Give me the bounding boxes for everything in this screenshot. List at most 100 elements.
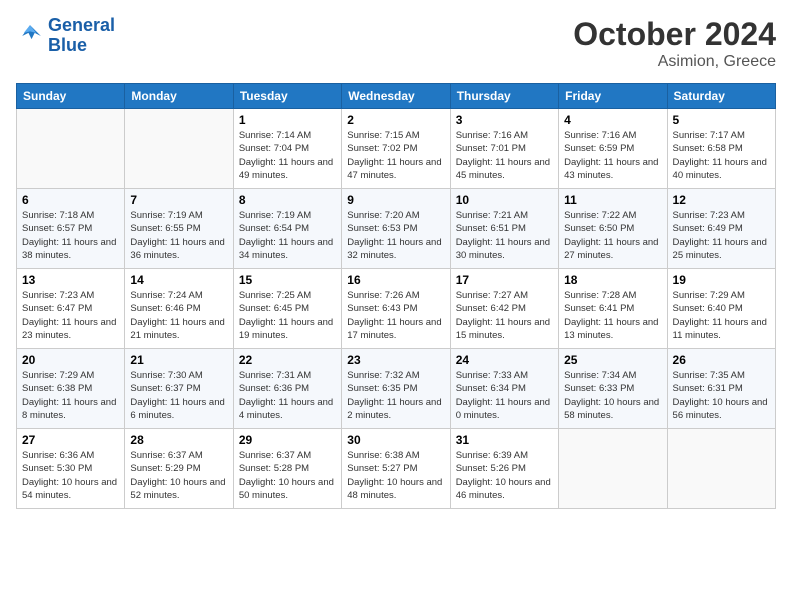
day-info: Sunrise: 7:34 AM Sunset: 6:33 PM Dayligh… <box>564 369 661 422</box>
calendar-cell: 1Sunrise: 7:14 AM Sunset: 7:04 PM Daylig… <box>233 109 341 189</box>
day-number: 17 <box>456 273 553 287</box>
weekday-header-thursday: Thursday <box>450 84 558 109</box>
calendar-cell: 14 Sunrise: 7:24 AM Sunset: 6:46 PM Dayli… <box>125 269 233 349</box>
day-info: Sunrise: 7:22 AM Sunset: 6:50 PM Dayligh… <box>564 209 661 262</box>
day-info: Sunrise: 7:31 AM Sunset: 6:36 PM Dayligh… <box>239 369 336 422</box>
day-number: 19 <box>673 273 770 287</box>
calendar-header: SundayMondayTuesdayWednesdayThursdayFrid… <box>17 84 776 109</box>
day-number: 12 <box>673 193 770 207</box>
day-info: Sunrise: 7:15 AM Sunset: 7:02 PM Dayligh… <box>347 129 444 182</box>
day-info: Sunrise: 6:37 AM Sunset: 5:28 PM Dayligh… <box>239 449 336 502</box>
calendar-cell <box>559 429 667 509</box>
day-number: 28 <box>130 433 227 447</box>
weekday-header-sunday: Sunday <box>17 84 125 109</box>
day-number: 4 <box>564 113 661 127</box>
calendar-cell: 17 Sunrise: 7:27 AM Sunset: 6:42 PM Dayli… <box>450 269 558 349</box>
calendar-cell: 10 Sunrise: 7:21 AM Sunset: 6:51 PM Dayli… <box>450 189 558 269</box>
day-info: Sunrise: 7:21 AM Sunset: 6:51 PM Dayligh… <box>456 209 553 262</box>
calendar-cell: 22 Sunrise: 7:31 AM Sunset: 6:36 PM Dayli… <box>233 349 341 429</box>
day-info: Sunrise: 7:29 AM Sunset: 6:40 PM Dayligh… <box>673 289 770 342</box>
day-info: Sunrise: 7:35 AM Sunset: 6:31 PM Dayligh… <box>673 369 770 422</box>
calendar-cell: 6 Sunrise: 7:18 AM Sunset: 6:57 PM Daylig… <box>17 189 125 269</box>
day-number: 22 <box>239 353 336 367</box>
day-number: 18 <box>564 273 661 287</box>
day-info: Sunrise: 7:33 AM Sunset: 6:34 PM Dayligh… <box>456 369 553 422</box>
calendar-cell: 20Sunrise: 7:29 AM Sunset: 6:38 PM Dayli… <box>17 349 125 429</box>
day-info: Sunrise: 7:23 AM Sunset: 6:47 PM Dayligh… <box>22 289 119 342</box>
calendar-cell: 2 Sunrise: 7:15 AM Sunset: 7:02 PM Daylig… <box>342 109 450 189</box>
day-info: Sunrise: 7:17 AM Sunset: 6:58 PM Dayligh… <box>673 129 770 182</box>
day-number: 2 <box>347 113 444 127</box>
day-info: Sunrise: 7:27 AM Sunset: 6:42 PM Dayligh… <box>456 289 553 342</box>
day-number: 9 <box>347 193 444 207</box>
day-number: 25 <box>564 353 661 367</box>
day-info: Sunrise: 7:24 AM Sunset: 6:46 PM Dayligh… <box>130 289 227 342</box>
day-info: Sunrise: 7:16 AM Sunset: 7:01 PM Dayligh… <box>456 129 553 182</box>
calendar-cell: 29 Sunrise: 6:37 AM Sunset: 5:28 PM Dayli… <box>233 429 341 509</box>
day-number: 13 <box>22 273 119 287</box>
page-header: General Blue October 2024 Asimion, Greec… <box>16 16 776 71</box>
day-info: Sunrise: 7:26 AM Sunset: 6:43 PM Dayligh… <box>347 289 444 342</box>
weekday-header-saturday: Saturday <box>667 84 775 109</box>
weekday-header-wednesday: Wednesday <box>342 84 450 109</box>
day-number: 14 <box>130 273 227 287</box>
calendar-week-row: 20Sunrise: 7:29 AM Sunset: 6:38 PM Dayli… <box>17 349 776 429</box>
day-number: 31 <box>456 433 553 447</box>
day-info: Sunrise: 6:36 AM Sunset: 5:30 PM Dayligh… <box>22 449 119 502</box>
day-number: 8 <box>239 193 336 207</box>
calendar-cell: 24Sunrise: 7:33 AM Sunset: 6:34 PM Dayli… <box>450 349 558 429</box>
weekday-header-tuesday: Tuesday <box>233 84 341 109</box>
day-info: Sunrise: 7:30 AM Sunset: 6:37 PM Dayligh… <box>130 369 227 422</box>
calendar-week-row: 1Sunrise: 7:14 AM Sunset: 7:04 PM Daylig… <box>17 109 776 189</box>
calendar-cell: 11 Sunrise: 7:22 AM Sunset: 6:50 PM Dayli… <box>559 189 667 269</box>
calendar-cell: 27Sunrise: 6:36 AM Sunset: 5:30 PM Dayli… <box>17 429 125 509</box>
day-number: 23 <box>347 353 444 367</box>
day-number: 3 <box>456 113 553 127</box>
month-title: October 2024 <box>573 16 776 53</box>
weekday-header-friday: Friday <box>559 84 667 109</box>
day-number: 29 <box>239 433 336 447</box>
calendar-cell: 18Sunrise: 7:28 AM Sunset: 6:41 PM Dayli… <box>559 269 667 349</box>
day-info: Sunrise: 7:20 AM Sunset: 6:53 PM Dayligh… <box>347 209 444 262</box>
weekday-header-row: SundayMondayTuesdayWednesdayThursdayFrid… <box>17 84 776 109</box>
calendar-cell <box>125 109 233 189</box>
calendar-cell: 7Sunrise: 7:19 AM Sunset: 6:55 PM Daylig… <box>125 189 233 269</box>
calendar-cell: 28 Sunrise: 6:37 AM Sunset: 5:29 PM Dayli… <box>125 429 233 509</box>
day-number: 20 <box>22 353 119 367</box>
day-number: 6 <box>22 193 119 207</box>
calendar-body: 1Sunrise: 7:14 AM Sunset: 7:04 PM Daylig… <box>17 109 776 509</box>
day-info: Sunrise: 6:37 AM Sunset: 5:29 PM Dayligh… <box>130 449 227 502</box>
calendar-cell: 25 Sunrise: 7:34 AM Sunset: 6:33 PM Dayli… <box>559 349 667 429</box>
calendar-week-row: 13 Sunrise: 7:23 AM Sunset: 6:47 PM Dayli… <box>17 269 776 349</box>
calendar-cell: 31 Sunrise: 6:39 AM Sunset: 5:26 PM Dayli… <box>450 429 558 509</box>
location-title: Asimion, Greece <box>573 53 776 71</box>
day-info: Sunrise: 7:23 AM Sunset: 6:49 PM Dayligh… <box>673 209 770 262</box>
day-number: 10 <box>456 193 553 207</box>
calendar-cell: 16Sunrise: 7:26 AM Sunset: 6:43 PM Dayli… <box>342 269 450 349</box>
day-info: Sunrise: 7:16 AM Sunset: 6:59 PM Dayligh… <box>564 129 661 182</box>
calendar-cell: 8 Sunrise: 7:19 AM Sunset: 6:54 PM Daylig… <box>233 189 341 269</box>
day-info: Sunrise: 7:32 AM Sunset: 6:35 PM Dayligh… <box>347 369 444 422</box>
calendar-week-row: 6 Sunrise: 7:18 AM Sunset: 6:57 PM Daylig… <box>17 189 776 269</box>
day-info: Sunrise: 6:39 AM Sunset: 5:26 PM Dayligh… <box>456 449 553 502</box>
calendar-cell: 26Sunrise: 7:35 AM Sunset: 6:31 PM Dayli… <box>667 349 775 429</box>
logo-icon <box>16 22 44 50</box>
day-number: 1 <box>239 113 336 127</box>
day-info: Sunrise: 7:18 AM Sunset: 6:57 PM Dayligh… <box>22 209 119 262</box>
day-number: 11 <box>564 193 661 207</box>
day-number: 30 <box>347 433 444 447</box>
day-info: Sunrise: 7:25 AM Sunset: 6:45 PM Dayligh… <box>239 289 336 342</box>
calendar-cell: 19 Sunrise: 7:29 AM Sunset: 6:40 PM Dayli… <box>667 269 775 349</box>
calendar-cell: 5Sunrise: 7:17 AM Sunset: 6:58 PM Daylig… <box>667 109 775 189</box>
calendar-cell: 30Sunrise: 6:38 AM Sunset: 5:27 PM Dayli… <box>342 429 450 509</box>
day-number: 15 <box>239 273 336 287</box>
weekday-header-monday: Monday <box>125 84 233 109</box>
logo-text-blue: Blue <box>48 36 115 56</box>
logo-text-general: General <box>48 16 115 36</box>
day-info: Sunrise: 7:19 AM Sunset: 6:54 PM Dayligh… <box>239 209 336 262</box>
calendar-table: SundayMondayTuesdayWednesdayThursdayFrid… <box>16 83 776 509</box>
title-block: October 2024 Asimion, Greece <box>573 16 776 71</box>
calendar-cell: 12 Sunrise: 7:23 AM Sunset: 6:49 PM Dayli… <box>667 189 775 269</box>
calendar-cell: 15 Sunrise: 7:25 AM Sunset: 6:45 PM Dayli… <box>233 269 341 349</box>
calendar-cell: 23 Sunrise: 7:32 AM Sunset: 6:35 PM Dayli… <box>342 349 450 429</box>
